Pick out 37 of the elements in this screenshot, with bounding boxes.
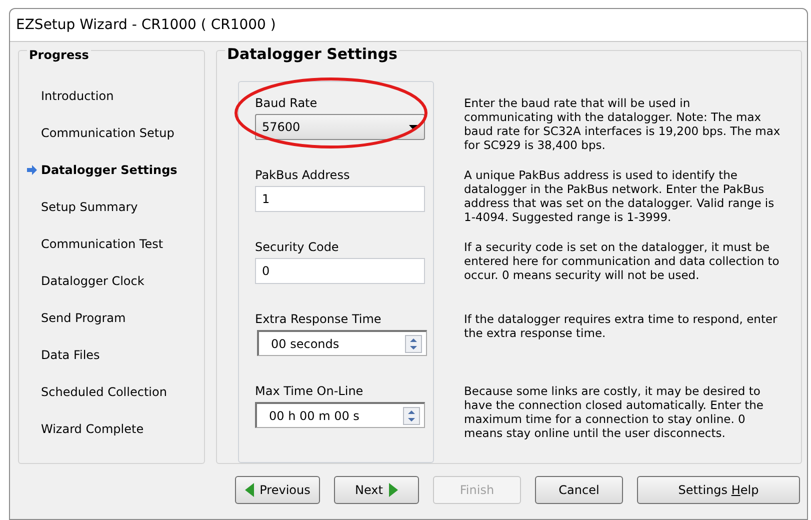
right-arrow-icon — [388, 483, 398, 497]
left-arrow-icon — [244, 483, 254, 497]
plain-button[interactable]: Cancel — [535, 476, 623, 504]
group-title: Progress — [27, 48, 91, 62]
spin-field[interactable]: 00 h 00 m 00 s — [255, 402, 425, 428]
baud-rate-dropdown[interactable]: 57600 — [255, 114, 425, 140]
step-item: Communication Setup — [41, 126, 174, 140]
field-label: PakBus Address — [255, 168, 350, 182]
caret-icon — [409, 124, 418, 130]
page-title: Datalogger Settings — [225, 45, 400, 63]
step-item: Scheduled Collection — [41, 384, 167, 398]
spinner-icon — [403, 406, 420, 424]
step-item: Datalogger Clock — [41, 274, 144, 288]
field-label: Max Time On-Line — [255, 384, 364, 398]
field-label: Extra Response Time — [255, 312, 382, 326]
settings-help-button[interactable]: Settings Help — [637, 476, 800, 504]
step-item: Wizard Complete — [41, 422, 144, 436]
field-label: Baud Rate — [255, 96, 318, 110]
step-item: Communication Test — [41, 236, 164, 250]
field-description: A unique PakBus address is used to identify the datalogger in the PakBus network. Enter the PakBus address that was set on the datalogger. Valid range is 1-4094. Suggested range is 1-3999. — [464, 168, 776, 226]
input-field[interactable]: 0 — [255, 258, 425, 284]
step-item: Setup Summary — [41, 200, 138, 214]
field-label: Security Code — [255, 240, 339, 254]
field-description: Enter the baud rate that will be used in communicating with the datalogger. Note: The max baud rate for SC32A interfaces is 19,200 bps. The max for SC929 is 38,400 bps. — [464, 96, 782, 154]
spinner-icon — [405, 334, 422, 352]
window-title: EZSetup Wizard - CR1000 ( CR1000 ) — [10, 9, 807, 42]
next-button[interactable]: Next — [334, 476, 419, 504]
spin-field[interactable]: 00 seconds — [257, 330, 427, 356]
step-item: Datalogger Settings — [41, 162, 178, 176]
step-item: Data Files — [41, 348, 100, 362]
field-description: If a security code is set on the datalogger, it must be entered here for communication and data collection to occur. 0 means security will not be used. — [464, 240, 780, 284]
field-description: If the datalogger requires extra time to respond, enter the extra response time. — [464, 312, 778, 342]
field-description: Because some links are costly, it may be desired to have the connection closed automatically. Enter the maximum time for a connection to stay online. 0 means stay online until the user disconnects. — [464, 384, 764, 442]
input-field[interactable]: 1 — [255, 186, 425, 212]
step-item: Send Program — [41, 310, 126, 324]
step-item: Introduction — [41, 88, 114, 102]
previous-button[interactable]: Previous — [235, 476, 320, 504]
